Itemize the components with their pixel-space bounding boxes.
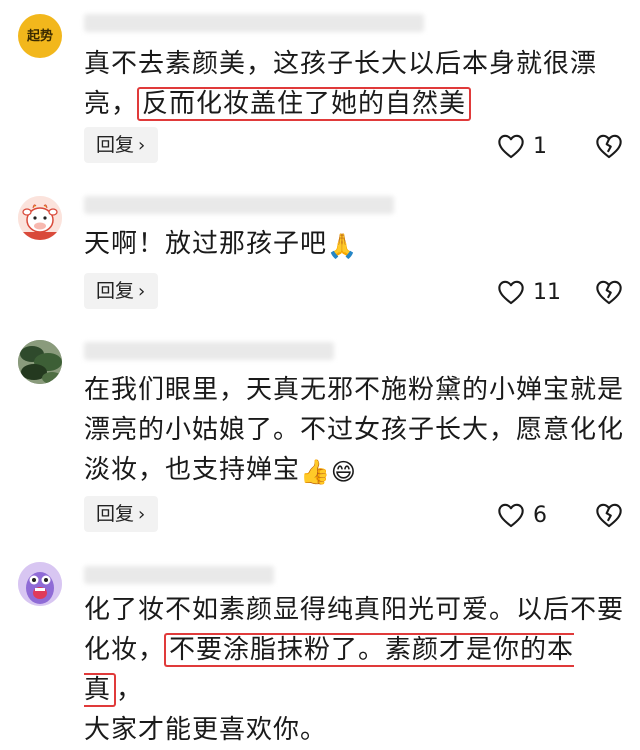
plant-photo-avatar	[18, 340, 62, 384]
like-button[interactable]: 1	[497, 128, 547, 164]
username-blurred	[84, 196, 394, 214]
chevron-right-icon: ›	[138, 135, 146, 156]
thumbs-up-emoji: 👍	[300, 458, 331, 486]
username-blurred	[84, 14, 424, 32]
avatar[interactable]: 起势	[18, 14, 62, 58]
username-blurred	[84, 566, 274, 584]
heart-outline-icon	[498, 280, 524, 305]
broken-heart-icon[interactable]	[595, 132, 623, 160]
comment-text: 真不去素颜美，这孩子长大以后本身就很漂 亮， 反而化妆盖住了她的自然美	[84, 49, 598, 121]
heart-outline-icon	[498, 503, 524, 528]
reply-button[interactable]: 回复 ›	[84, 127, 158, 163]
highlight-box: 反而化妆盖住了她的自然美	[137, 87, 472, 121]
avatar[interactable]	[18, 340, 62, 384]
comment-text: 化了妆不如素颜显得纯真阳光可爱。以后不要 化妆， 不要涂脂抹粉了。素颜才是你的本真…	[84, 595, 625, 745]
like-count: 11	[533, 279, 561, 305]
heart-outline-icon	[498, 134, 524, 159]
avatar[interactable]	[18, 196, 62, 240]
comment-text: 天啊！放过那孩子吧🙏	[84, 224, 624, 266]
avatar-logo-text: 起势	[27, 28, 54, 44]
username-blurred	[84, 342, 334, 360]
like-count: 1	[533, 133, 547, 159]
like-count: 6	[533, 502, 547, 528]
comment-text: 在我们眼里，天真无邪不施粉黛的小婵宝就是 漂亮的小姑娘了。不过女孩子长大，愿意化…	[84, 370, 624, 492]
pray-emoji: 🙏	[327, 232, 358, 260]
broken-heart-icon[interactable]	[595, 501, 623, 529]
avatar[interactable]	[18, 562, 62, 606]
reply-button[interactable]: 回复 ›	[84, 273, 158, 309]
monster-avatar-icon	[18, 562, 62, 606]
chevron-right-icon: ›	[138, 281, 146, 302]
like-button[interactable]: 11	[497, 274, 561, 310]
reply-button[interactable]: 回复 ›	[84, 496, 158, 532]
grinning-emoji: 😄	[330, 458, 357, 486]
like-button[interactable]: 6	[497, 497, 547, 533]
cow-avatar-icon	[18, 196, 62, 240]
broken-heart-icon[interactable]	[595, 278, 623, 306]
chevron-right-icon: ›	[138, 504, 146, 525]
